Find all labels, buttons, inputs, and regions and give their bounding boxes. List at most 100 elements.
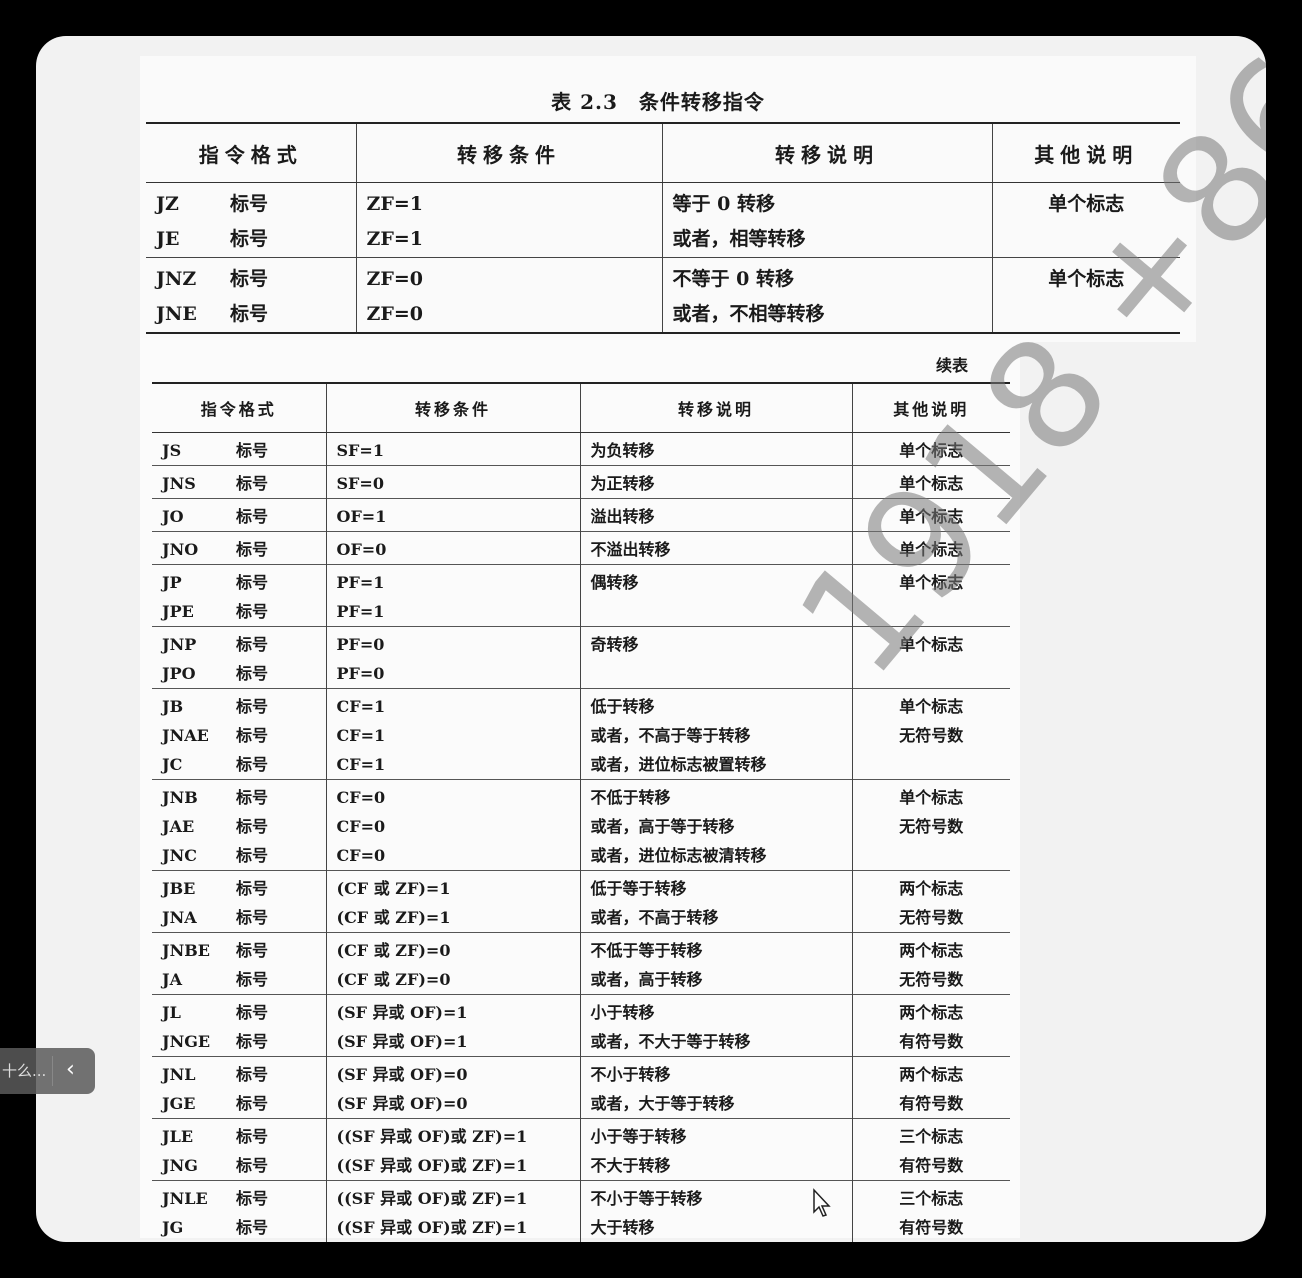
table-row: JL 标号 JNGE 标号 (SF 异或 OF)=1 (SF 异或 OF)=1 小于转移 或者… bbox=[152, 994, 1010, 1057]
cell-other-line: 单个标志 bbox=[899, 507, 964, 526]
cell-format: JB 标号 JNAE 标号 JC 标号 bbox=[152, 688, 326, 780]
cell-description: 等于 0 转移 或者，相等转移 bbox=[661, 182, 992, 258]
cell-description: 不等于 0 转移 或者，不相等转移 bbox=[661, 257, 992, 333]
cell-other-line: 两个标志 bbox=[899, 1003, 964, 1022]
cell-condition-line: ((SF 异或 OF)或 ZF)=1 bbox=[336, 1218, 528, 1237]
cell-format: JO 标号 bbox=[152, 498, 326, 532]
cell-description-line: 或者，不大于等于转移 bbox=[590, 1032, 751, 1051]
screenshot-frame: 表 2.3 条件转移指令 指令格式 转移条件 转移说明 其他说明 JZ 标号 JE 标… bbox=[36, 36, 1266, 1242]
mnemonic: JNE bbox=[156, 303, 197, 325]
mnemonic: JA bbox=[162, 970, 182, 989]
label-operand: 标号 bbox=[236, 474, 269, 493]
header-condition: 转移条件 bbox=[325, 383, 580, 433]
cell-other-line: 无符号数 bbox=[899, 726, 964, 745]
cell-condition: (CF 或 ZF)=0 (CF 或 ZF)=0 bbox=[325, 932, 580, 995]
cell-format: JBE 标号 JNA 标号 bbox=[152, 870, 326, 933]
mnemonic: JGE bbox=[162, 1094, 196, 1113]
label-operand: 标号 bbox=[236, 879, 269, 898]
mnemonic: JNGE bbox=[162, 1032, 211, 1051]
cell-condition-line: OF=0 bbox=[336, 540, 387, 559]
cell-condition-line: (SF 异或 OF)=0 bbox=[336, 1065, 468, 1084]
cell-description-line: 或者，高于转移 bbox=[590, 970, 703, 989]
header-other: 其他说明 bbox=[851, 383, 1010, 433]
mnemonic: JP bbox=[162, 573, 182, 592]
label-operand: 标号 bbox=[236, 1003, 269, 1022]
mnemonic: JPO bbox=[162, 664, 196, 683]
mnemonic: JNO bbox=[162, 540, 199, 559]
cell-description-line: 或者，不高于转移 bbox=[590, 908, 719, 927]
cell-description-line: 小于等于转移 bbox=[590, 1127, 687, 1146]
table-page-1: 表 2.3 条件转移指令 指令格式 转移条件 转移说明 其他说明 JZ 标号 JE 标… bbox=[140, 56, 1196, 342]
cell-condition: CF=0 CF=0 CF=0 bbox=[325, 779, 580, 871]
cell-condition-line: (SF 异或 OF)=1 bbox=[336, 1003, 468, 1022]
cell-condition-line: CF=1 bbox=[336, 726, 386, 745]
cell-condition: PF=0 PF=0 bbox=[325, 626, 580, 689]
cell-description-line: 不等于 0 转移 bbox=[672, 268, 794, 290]
table-title: 表 2.3 条件转移指令 bbox=[551, 90, 765, 114]
label-operand: 标号 bbox=[236, 1189, 269, 1208]
cell-other: 三个标志 有符号数 bbox=[851, 1180, 1010, 1242]
cell-condition: ((SF 异或 OF)或 ZF)=1 ((SF 异或 OF)或 ZF)=1 bbox=[325, 1118, 580, 1181]
label-operand: 标号 bbox=[236, 970, 269, 989]
cell-condition-line: CF=0 bbox=[336, 788, 386, 807]
cell-description-line: 小于转移 bbox=[590, 1003, 655, 1022]
mnemonic: JZ bbox=[156, 193, 179, 215]
cell-other-line: 单个标志 bbox=[899, 788, 964, 807]
cell-format: JNS 标号 bbox=[152, 465, 326, 499]
cell-condition-line: (CF 或 ZF)=0 bbox=[336, 970, 451, 989]
label-operand: 标号 bbox=[230, 193, 269, 215]
table-row: JZ 标号 JE 标号 ZF=1 ZF=1 等于 0 转移 或者，相等转移 单个标志 bbox=[146, 182, 1180, 258]
label-operand: 标号 bbox=[236, 1218, 269, 1237]
cell-description: 不小于转移 或者，大于等于转移 bbox=[579, 1056, 852, 1119]
cell-condition-line: PF=0 bbox=[336, 664, 385, 683]
cell-other-line: 单个标志 bbox=[899, 635, 964, 654]
label-operand: 标号 bbox=[236, 602, 269, 621]
cell-other-line: 两个标志 bbox=[899, 941, 964, 960]
cell-condition: CF=1 CF=1 CF=1 bbox=[325, 688, 580, 780]
cell-other: 单个标志 bbox=[991, 257, 1180, 333]
cell-description-line: 不大于转移 bbox=[590, 1156, 671, 1175]
cell-condition-line: PF=1 bbox=[336, 573, 385, 592]
cell-description-line: 不低于等于转移 bbox=[590, 941, 703, 960]
label-operand: 标号 bbox=[236, 1032, 269, 1051]
cell-other-line: 单个标志 bbox=[1048, 268, 1125, 290]
side-panel-toggle[interactable]: 十么... ‹ bbox=[0, 1048, 95, 1094]
header-condition: 转移条件 bbox=[355, 123, 662, 183]
cell-other: 三个标志 有符号数 bbox=[851, 1118, 1010, 1181]
cell-condition: ZF=1 ZF=1 bbox=[355, 182, 662, 258]
table-row: JNB 标号 JAE 标号 JNC 标号 CF=0 CF=0 CF=0 不低于转移 或者，高于等于转… bbox=[152, 779, 1010, 871]
label-operand: 标号 bbox=[236, 1094, 269, 1113]
cell-other: 单个标志 bbox=[851, 531, 1010, 565]
cell-description-line: 或者，进位标志被清转移 bbox=[590, 846, 767, 865]
table-row: JNBE 标号 JA 标号 (CF 或 ZF)=0 (CF 或 ZF)=0 不低于等于转移或… bbox=[152, 932, 1010, 995]
cell-description: 低于等于转移 或者，不高于转移 bbox=[579, 870, 852, 933]
table-row: JLE 标号 JNG 标号 ((SF 异或 OF)或 ZF)=1 ((SF 异或 OF)或… bbox=[152, 1118, 1010, 1181]
cell-condition-line: ZF=1 bbox=[366, 193, 424, 215]
cell-other-line: 三个标志 bbox=[899, 1189, 964, 1208]
cell-other-line: 单个标志 bbox=[899, 474, 964, 493]
cell-description-line: 溢出转移 bbox=[590, 507, 655, 526]
mnemonic: JPE bbox=[162, 602, 194, 621]
cell-other-line: 无符号数 bbox=[899, 908, 964, 927]
table-row: JNO 标号 OF=0 不溢出转移 单个标志 bbox=[152, 531, 1010, 565]
table-row: JNL 标号 JGE 标号 (SF 异或 OF)=0 (SF 异或 OF)=0 不小于转移或… bbox=[152, 1056, 1010, 1119]
cell-other: 单个标志 bbox=[851, 432, 1010, 466]
cell-other-line: 单个标志 bbox=[899, 697, 964, 716]
label-operand: 标号 bbox=[236, 664, 269, 683]
cell-other: 两个标志 无符号数 bbox=[851, 932, 1010, 995]
cell-condition-line: ZF=0 bbox=[366, 268, 424, 290]
cell-other: 单个标志 bbox=[851, 564, 1010, 627]
mnemonic: JE bbox=[156, 228, 180, 250]
cell-condition-line: SF=0 bbox=[336, 474, 384, 493]
mnemonic: JNZ bbox=[156, 268, 197, 290]
cell-description-line: 为正转移 bbox=[590, 474, 655, 493]
cell-format: JNO 标号 bbox=[152, 531, 326, 565]
cell-condition: PF=1 PF=1 bbox=[325, 564, 580, 627]
mouse-cursor-icon bbox=[813, 1188, 831, 1217]
label-operand: 标号 bbox=[236, 908, 269, 927]
cell-other: 单个标志 bbox=[991, 182, 1180, 258]
table-page-2: 续表 指令格式 转移条件 转移说明 其他说明 JS 标号 SF=1 为负转移 单个标志 J… bbox=[140, 338, 1020, 1242]
chevron-left-icon[interactable]: ‹ bbox=[66, 1057, 75, 1082]
cell-description-line: 或者，高于等于转移 bbox=[590, 817, 735, 836]
conditional-jump-table-1: 指令格式 转移条件 转移说明 其他说明 JZ 标号 JE 标号 ZF=1 ZF=1 等于 0… bbox=[146, 122, 1180, 334]
